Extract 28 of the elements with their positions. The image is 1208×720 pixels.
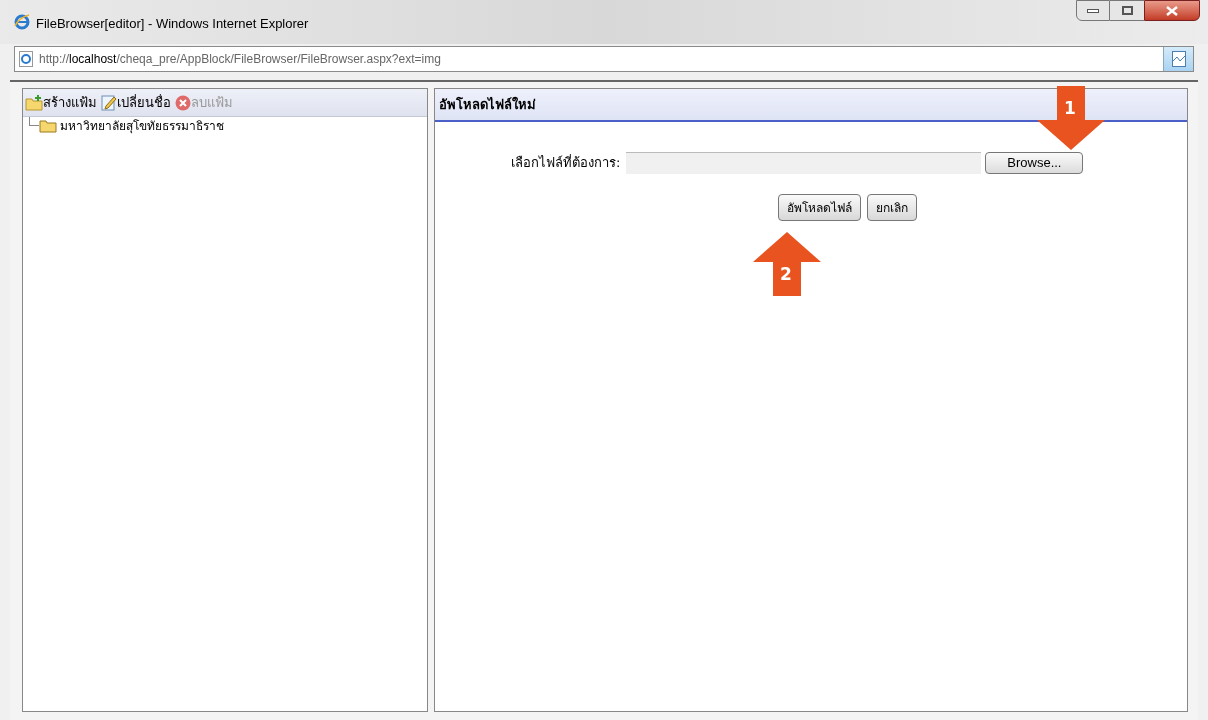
minimize-button[interactable] [1076,0,1110,21]
folder-icon [39,119,57,133]
upload-button[interactable]: อัพโหลดไฟล์ [777,194,861,221]
tree-item[interactable]: มหาวิทยาลัยสุโขทัยธรรมาธิราช [60,117,224,135]
toolbar-button[interactable]: สร้างแฟ้ม [25,92,97,113]
toolbar-button[interactable]: เปลี่ยนชื่อ [101,92,171,113]
up-arrow-icon [753,232,821,296]
down-arrow-icon [1037,86,1105,150]
edit-icon [101,94,117,111]
page-icon [19,51,33,67]
step-number: 2 [780,266,792,283]
step-number: 1 [1064,100,1076,117]
file-path-field[interactable] [626,152,982,174]
browser-logo-icon [14,14,30,30]
close-icon [175,94,191,111]
broken-page-icon [1171,51,1186,67]
field-label: เลือกไฟล์ที่ต้องการ: [511,153,621,173]
panel-title: อัพโหลดไฟล์ใหม่ [439,95,536,114]
url-text: http://localhost/cheqa_pre/AppBlock/FileBrowser/FileBrowser.aspx?ext=img [39,51,441,68]
new-folder-icon [25,94,43,111]
compatibility-button[interactable] [1163,47,1193,71]
address-bar[interactable]: http://localhost/cheqa_pre/AppBlock/FileBrowser/FileBrowser.aspx?ext=img [14,46,1194,72]
close-button[interactable] [1144,0,1200,21]
close-icon [1166,5,1178,16]
window-title: FileBrowser[editor] - Windows Internet Explorer [36,15,309,33]
browse-button[interactable]: Browse... [985,152,1084,174]
maximize-button[interactable] [1110,0,1144,21]
cancel-button[interactable]: ยกเลิก [866,194,917,221]
